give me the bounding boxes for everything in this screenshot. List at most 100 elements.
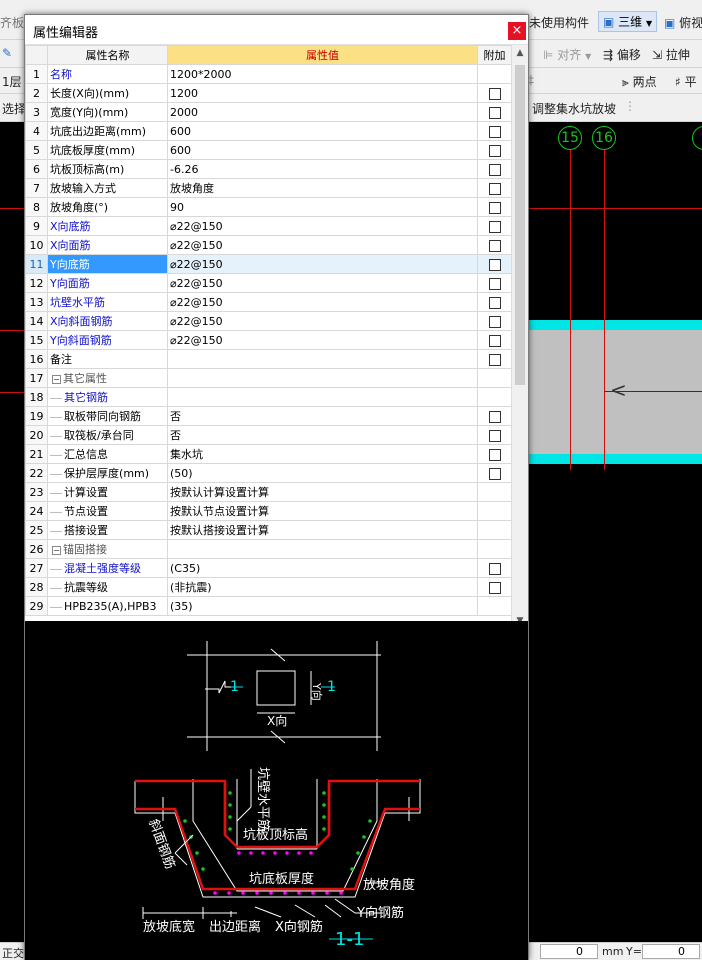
property-name-cell[interactable]: —— 搭接设置 (47, 520, 168, 540)
addon-checkbox[interactable] (488, 220, 501, 233)
row-index[interactable]: 23 (25, 482, 48, 502)
property-row[interactable]: 16 备注 (25, 349, 512, 369)
addon-checkbox[interactable] (488, 106, 501, 119)
property-row[interactable]: 20 —— 取筏板/承台同否 (25, 425, 512, 445)
offset-button[interactable]: ⇶ 偏移 (603, 46, 641, 63)
parallel-button[interactable]: ♯ 平 (675, 73, 697, 90)
addon-checkbox[interactable] (488, 315, 501, 328)
row-index[interactable]: 12 (25, 273, 48, 293)
addon-checkbox[interactable] (488, 467, 501, 480)
row-index[interactable]: 6 (25, 159, 48, 179)
row-index[interactable]: 15 (25, 330, 48, 350)
y-coordinate-input[interactable]: 0 (642, 944, 700, 959)
addon-checkbox[interactable] (488, 353, 501, 366)
row-index[interactable]: 7 (25, 178, 48, 198)
property-value-cell[interactable]: ⌀22@150 (167, 330, 478, 350)
property-row[interactable]: 22 —— 保护层厚度(mm) (50) (25, 463, 512, 483)
close-icon[interactable]: × (508, 22, 526, 40)
unused-components-button[interactable]: 未使用构件 (529, 14, 589, 31)
row-index[interactable]: 17 (25, 368, 48, 388)
addon-checkbox[interactable] (488, 410, 501, 423)
row-index[interactable]: 11 (25, 254, 48, 274)
property-row[interactable]: 9 X向底筋 ⌀22@150 (25, 216, 512, 236)
property-value-cell[interactable]: 否 (167, 425, 478, 445)
dialog-titlebar[interactable]: 属性编辑器 × (25, 15, 528, 45)
header-addon[interactable]: 附加 (477, 45, 512, 65)
property-row[interactable]: 21 —— 汇总信息 集水坑 (25, 444, 512, 464)
property-value-cell[interactable]: 600 (167, 121, 478, 141)
row-index[interactable]: 1 (25, 64, 48, 84)
property-value-cell[interactable]: 2000 (167, 102, 478, 122)
header-property-name[interactable]: 属性名称 (47, 45, 168, 65)
property-row[interactable]: 26− 锚固搭接 (25, 539, 512, 559)
property-name-cell[interactable]: Y向底筋 (47, 254, 168, 274)
pen-icon[interactable]: ✎ (2, 46, 12, 60)
property-row[interactable]: 6 坑板顶标高(m) -6.26 (25, 159, 512, 179)
row-index[interactable]: 22 (25, 463, 48, 483)
property-name-cell[interactable]: 坑板顶标高(m) (47, 159, 168, 179)
addon-checkbox[interactable] (488, 144, 501, 157)
property-name-cell[interactable]: 名称 (47, 64, 168, 84)
property-value-cell[interactable]: (非抗震) (167, 577, 478, 597)
row-index[interactable]: 29 (25, 596, 48, 616)
row-index[interactable]: 20 (25, 425, 48, 445)
property-name-cell[interactable]: 坑底板厚度(mm) (47, 140, 168, 160)
property-value-cell[interactable]: 按默认搭接设置计算 (167, 520, 478, 540)
addon-checkbox[interactable] (488, 296, 501, 309)
property-name-cell[interactable]: X向底筋 (47, 216, 168, 236)
property-row[interactable]: 18 —— 其它钢筋 (25, 387, 512, 407)
row-index[interactable]: 16 (25, 349, 48, 369)
row-index[interactable]: 25 (25, 520, 48, 540)
property-value-cell[interactable]: ⌀22@150 (167, 311, 478, 331)
property-row[interactable]: 14 X向斜面钢筋 ⌀22@150 (25, 311, 512, 331)
property-name-cell[interactable]: —— 抗震等级 (47, 577, 168, 597)
property-row[interactable]: 24 —— 节点设置 按默认节点设置计算 (25, 501, 512, 521)
property-value-cell[interactable]: 按默认计算设置计算 (167, 482, 478, 502)
property-name-cell[interactable]: 备注 (47, 349, 168, 369)
property-value-cell[interactable]: ⌀22@150 (167, 235, 478, 255)
row-index[interactable]: 4 (25, 121, 48, 141)
addon-checkbox[interactable] (488, 182, 501, 195)
property-row[interactable]: 29 —— HPB235(A),HPB3 (35) (25, 596, 512, 616)
stretch-button[interactable]: ⇲ 拉伸 (652, 46, 690, 63)
property-row[interactable]: 27 —— 混凝土强度等级 (C35) (25, 558, 512, 578)
property-row[interactable]: 11 Y向底筋 ⌀22@150 (25, 254, 512, 274)
property-row[interactable]: 23 —— 计算设置 按默认计算设置计算 (25, 482, 512, 502)
property-name-cell[interactable]: X向斜面钢筋 (47, 311, 168, 331)
row-index[interactable]: 3 (25, 102, 48, 122)
property-value-cell[interactable]: 1200 (167, 83, 478, 103)
property-name-cell[interactable]: − 锚固搭接 (47, 539, 168, 559)
property-row[interactable]: 3 宽度(Y向)(mm) 2000 (25, 102, 512, 122)
addon-checkbox[interactable] (488, 448, 501, 461)
property-name-cell[interactable]: 宽度(Y向)(mm) (47, 102, 168, 122)
row-index[interactable]: 13 (25, 292, 48, 312)
property-value-cell[interactable]: 否 (167, 406, 478, 426)
property-row[interactable]: 8 放坡角度(°) 90 (25, 197, 512, 217)
row-index[interactable]: 2 (25, 83, 48, 103)
property-row[interactable]: 12 Y向面筋 ⌀22@150 (25, 273, 512, 293)
property-name-cell[interactable]: —— 其它钢筋 (47, 387, 168, 407)
property-name-cell[interactable]: Y向面筋 (47, 273, 168, 293)
header-property-value[interactable]: 属性值 (167, 45, 478, 65)
property-row[interactable]: 4 坑底出边距离(mm) 600 (25, 121, 512, 141)
row-index[interactable]: 21 (25, 444, 48, 464)
property-row[interactable]: 2 长度(X向)(mm) 1200 (25, 83, 512, 103)
addon-checkbox[interactable] (488, 125, 501, 138)
property-value-cell[interactable] (167, 387, 478, 407)
property-name-cell[interactable]: − 其它属性 (47, 368, 168, 388)
property-value-cell[interactable]: 600 (167, 140, 478, 160)
property-name-cell[interactable]: —— 保护层厚度(mm) (47, 463, 168, 483)
property-name-cell[interactable]: 长度(X向)(mm) (47, 83, 168, 103)
property-name-cell[interactable]: —— 取筏板/承台同 (47, 425, 168, 445)
property-name-cell[interactable]: Y向斜面钢筋 (47, 330, 168, 350)
vertical-scrollbar[interactable]: ▲ ▼ (511, 45, 528, 628)
property-value-cell[interactable]: ⌀22@150 (167, 216, 478, 236)
row-index[interactable]: 27 (25, 558, 48, 578)
property-name-cell[interactable]: 坑底出边距离(mm) (47, 121, 168, 141)
addon-checkbox[interactable] (488, 277, 501, 290)
addon-checkbox[interactable] (488, 429, 501, 442)
ortho-toggle[interactable]: 正交 (2, 945, 24, 960)
property-row[interactable]: 25 —— 搭接设置 按默认搭接设置计算 (25, 520, 512, 540)
property-row[interactable]: 19 —— 取板带同向钢筋否 (25, 406, 512, 426)
property-value-cell[interactable]: ⌀22@150 (167, 273, 478, 293)
